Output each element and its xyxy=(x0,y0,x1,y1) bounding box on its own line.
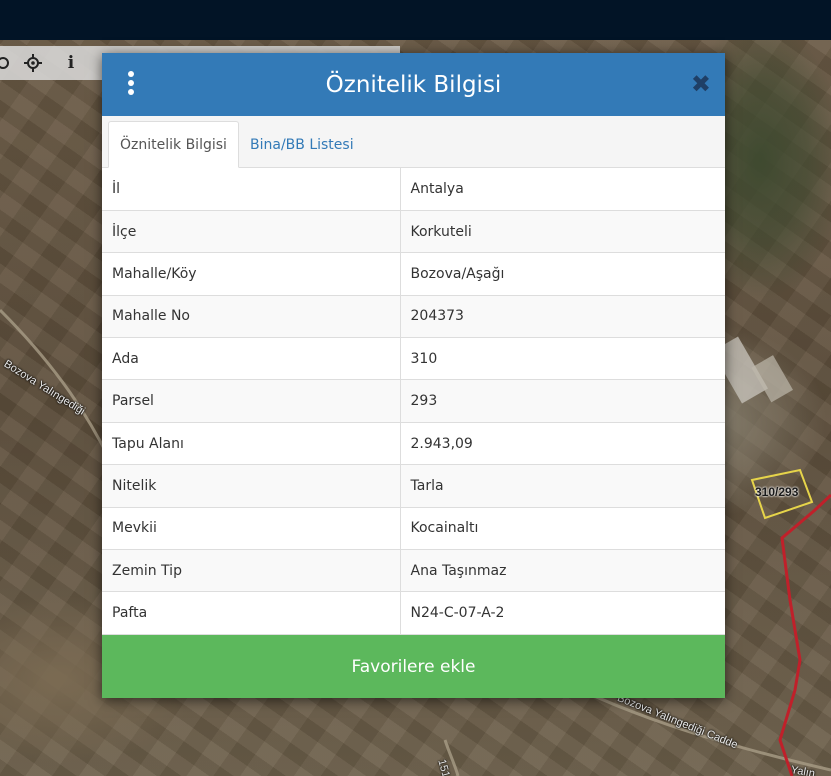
boundary-line xyxy=(778,493,831,776)
attribute-key: Mahalle No xyxy=(102,295,401,339)
attribute-value: Ana Taşınmaz xyxy=(400,549,725,593)
table-row: Nitelik Tarla xyxy=(102,464,725,508)
attribute-key: İl xyxy=(102,168,401,211)
dialog-tabs: Öznitelik Bilgisi Bina/BB Listesi xyxy=(102,116,725,168)
attribute-key: Mevkii xyxy=(102,507,401,551)
attribute-info-dialog: Öznitelik Bilgisi ✖ Öznitelik Bilgisi Bi… xyxy=(102,53,725,698)
attribute-key: Tapu Alanı xyxy=(102,422,401,466)
attribute-value: N24-C-07-A-2 xyxy=(400,591,725,635)
crosshair-icon xyxy=(24,54,42,72)
add-to-favorites-button[interactable]: Favorilere ekle xyxy=(102,635,725,698)
dialog-title: Öznitelik Bilgisi xyxy=(325,71,502,98)
attribute-key: Ada xyxy=(102,337,401,381)
table-row: İl Antalya xyxy=(102,168,725,211)
tab-attribute-info[interactable]: Öznitelik Bilgisi xyxy=(108,121,239,168)
close-icon[interactable]: ✖ xyxy=(691,71,711,97)
table-row: Ada 310 xyxy=(102,337,725,381)
table-row: Parsel 293 xyxy=(102,379,725,423)
attribute-key: Zemin Tip xyxy=(102,549,401,593)
attribute-value: Tarla xyxy=(400,464,725,508)
table-row: Mevkii Kocainaltı xyxy=(102,507,725,551)
table-row: Zemin Tip Ana Taşınmaz xyxy=(102,549,725,593)
table-row: İlçe Korkuteli xyxy=(102,210,725,254)
attribute-key: Mahalle/Köy xyxy=(102,252,401,296)
table-row: Pafta N24-C-07-A-2 xyxy=(102,591,725,635)
attribute-value: Korkuteli xyxy=(400,210,725,254)
attribute-value: Bozova/Aşağı xyxy=(400,252,725,296)
attribute-key: İlçe xyxy=(102,210,401,254)
attribute-value: 310 xyxy=(400,337,725,381)
dialog-header: Öznitelik Bilgisi ✖ xyxy=(102,53,725,116)
crosshair-icon xyxy=(0,57,9,69)
table-row: Tapu Alanı 2.943,09 xyxy=(102,422,725,466)
attribute-key: Pafta xyxy=(102,591,401,635)
attribute-value: 204373 xyxy=(400,295,725,339)
top-navbar xyxy=(0,0,831,40)
attribute-value: Kocainaltı xyxy=(400,507,725,551)
info-button[interactable]: i xyxy=(54,46,88,80)
tab-building-list[interactable]: Bina/BB Listesi xyxy=(239,121,365,168)
parcel-label: 310/293 xyxy=(755,485,799,499)
attribute-value: Antalya xyxy=(400,168,725,211)
locate-button[interactable] xyxy=(16,46,50,80)
attribute-key: Nitelik xyxy=(102,464,401,508)
kebab-menu-icon[interactable] xyxy=(124,71,138,99)
attribute-table: İl Antalya İlçe Korkuteli Mahalle/Köy Bozov… xyxy=(102,168,725,635)
road-line xyxy=(0,308,112,461)
table-row: Mahalle/Köy Bozova/Aşağı xyxy=(102,252,725,296)
info-icon: i xyxy=(67,53,75,73)
attribute-value: 2.943,09 xyxy=(400,422,725,466)
table-row: Mahalle No 204373 xyxy=(102,295,725,339)
attribute-key: Parsel xyxy=(102,379,401,423)
attribute-value: 293 xyxy=(400,379,725,423)
